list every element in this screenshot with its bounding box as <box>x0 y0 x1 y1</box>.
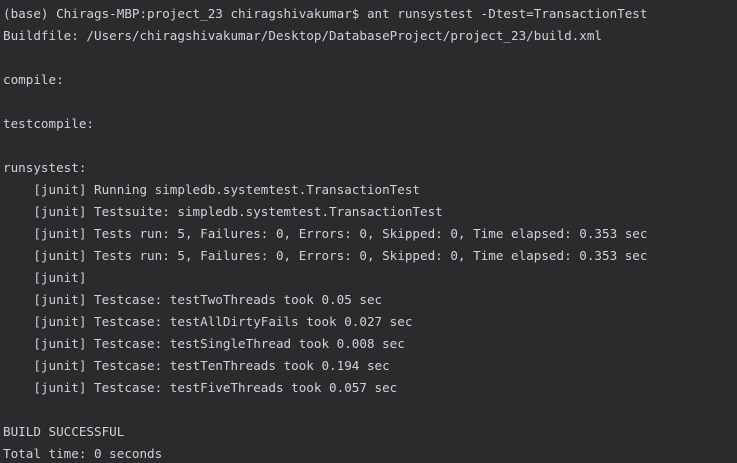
terminal-line-runsystest-target: runsystest: <box>3 160 87 175</box>
terminal-line-junit-tests-run: [junit] Tests run: 5, Failures: 0, Error… <box>3 248 648 263</box>
terminal-window[interactable]: (base) Chirags-MBP:project_23 chiragshiv… <box>0 0 737 463</box>
terminal-line-junit-testcase: [junit] Testcase: testSingleThread took … <box>3 336 405 351</box>
terminal-line-total-time: Total time: 0 seconds <box>3 446 163 461</box>
terminal-line-junit-tests-run: [junit] Tests run: 5, Failures: 0, Error… <box>3 226 648 241</box>
terminal-line-testcompile-target: testcompile: <box>3 116 94 131</box>
terminal-line-junit-testcase: [junit] Testcase: testTwoThreads took 0.… <box>3 292 383 307</box>
terminal-line-junit-running: [junit] Running simpledb.systemtest.Tran… <box>3 182 421 197</box>
terminal-line-compile-target: compile: <box>3 72 64 87</box>
terminal-line-command: (base) Chirags-MBP:project_23 chiragshiv… <box>3 6 648 21</box>
terminal-line-junit-testcase: [junit] Testcase: testFiveThreads took 0… <box>3 380 398 395</box>
terminal-line-junit-testcase: [junit] Testcase: testTenThreads took 0.… <box>3 358 390 373</box>
terminal-line-junit-testcase: [junit] Testcase: testAllDirtyFails took… <box>3 314 413 329</box>
terminal-line-build-status: BUILD SUCCESSFUL <box>3 424 125 439</box>
terminal-line-junit-testsuite: [junit] Testsuite: simpledb.systemtest.T… <box>3 204 443 219</box>
terminal-line-buildfile: Buildfile: /Users/chiragshivakumar/Deskt… <box>3 28 602 43</box>
terminal-line-junit-empty: [junit] <box>3 270 87 285</box>
